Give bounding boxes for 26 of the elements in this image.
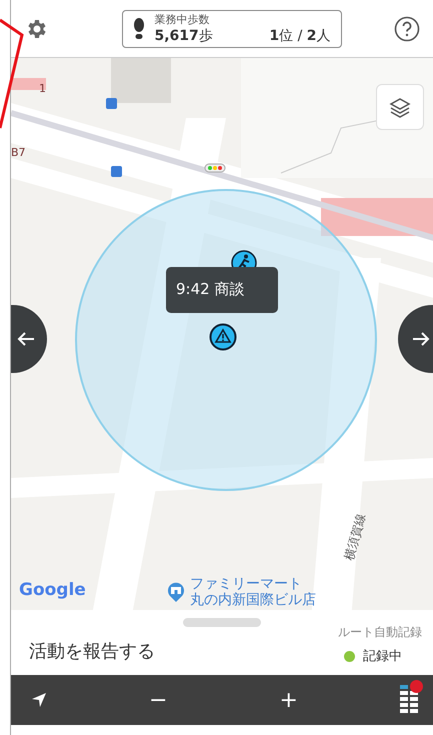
map-label: 1 — [39, 82, 46, 95]
activity-tooltip: 9:42 商談 — [166, 267, 278, 313]
left-arrow-icon — [17, 331, 35, 347]
map-label: B7 — [11, 146, 26, 159]
store-name: ファミリーマート — [190, 576, 303, 592]
step-count: 5,617歩 — [154, 27, 213, 45]
map-attribution: Google — [19, 580, 86, 600]
store-name: 丸の内新国際ビル店 — [190, 592, 316, 608]
steps-label: 業務中歩数 — [154, 12, 210, 27]
step-counter-panel[interactable]: 業務中歩数 5,617歩 1位 / 2人 — [122, 10, 342, 48]
store-pin-icon — [166, 581, 186, 603]
drag-handle[interactable] — [183, 618, 261, 627]
grid-menu-icon[interactable] — [400, 685, 420, 715]
zoom-out-button[interactable]: − — [139, 688, 178, 712]
map-layers-button[interactable] — [376, 84, 424, 130]
railway-label: 横須賀線 — [341, 512, 369, 562]
footprint-icon — [132, 18, 144, 40]
zoom-in-button[interactable]: + — [270, 688, 308, 712]
report-activity-link[interactable]: 活動を報告する — [29, 639, 155, 665]
right-arrow-icon — [412, 331, 430, 347]
rank-text: 1位 / 2人 — [269, 27, 330, 45]
help-icon[interactable] — [394, 16, 420, 42]
route-recording-label: ルート自動記録 — [338, 624, 422, 641]
location-arrow-icon[interactable] — [31, 692, 47, 708]
layers-icon — [389, 96, 411, 118]
recording-status: 記録中 — [363, 648, 402, 665]
